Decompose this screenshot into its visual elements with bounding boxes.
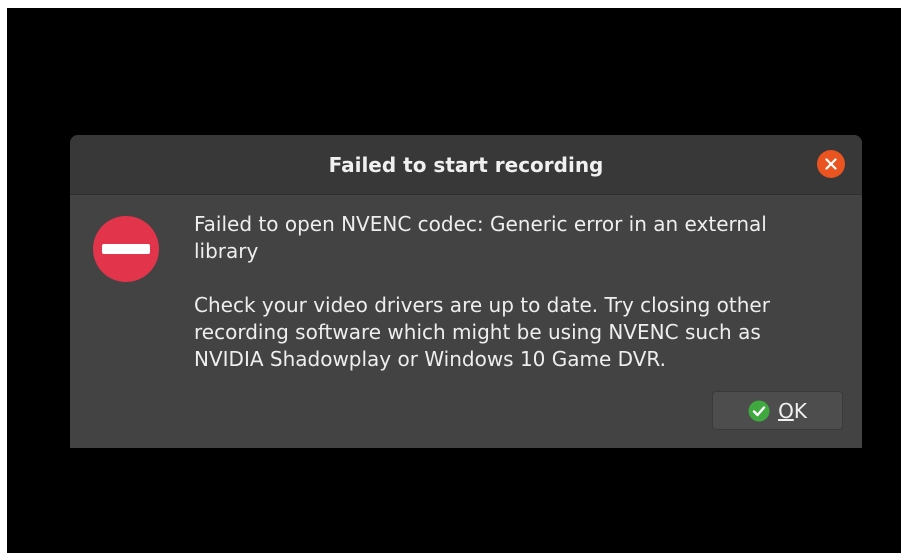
error-message-text: Failed to open NVENC codec: Generic erro… xyxy=(194,212,767,263)
close-button[interactable] xyxy=(817,150,845,178)
close-icon xyxy=(825,158,837,170)
ok-label-rest: K xyxy=(793,398,807,423)
error-dialog: Failed to start recording Failed to open… xyxy=(70,135,862,448)
checkmark-icon xyxy=(748,400,770,422)
error-icon xyxy=(92,215,160,283)
screen-background: Failed to start recording Failed to open… xyxy=(7,8,901,553)
dialog-message: Failed to open NVENC codec: Generic erro… xyxy=(194,211,834,373)
ok-button-label: OK xyxy=(778,399,807,423)
dialog-titlebar: Failed to start recording xyxy=(70,135,862,195)
ok-button[interactable]: OK xyxy=(712,391,843,430)
dialog-title: Failed to start recording xyxy=(328,153,604,177)
error-hint-text: Check your video drivers are up to date.… xyxy=(194,293,770,371)
ok-mnemonic: O xyxy=(778,398,794,423)
